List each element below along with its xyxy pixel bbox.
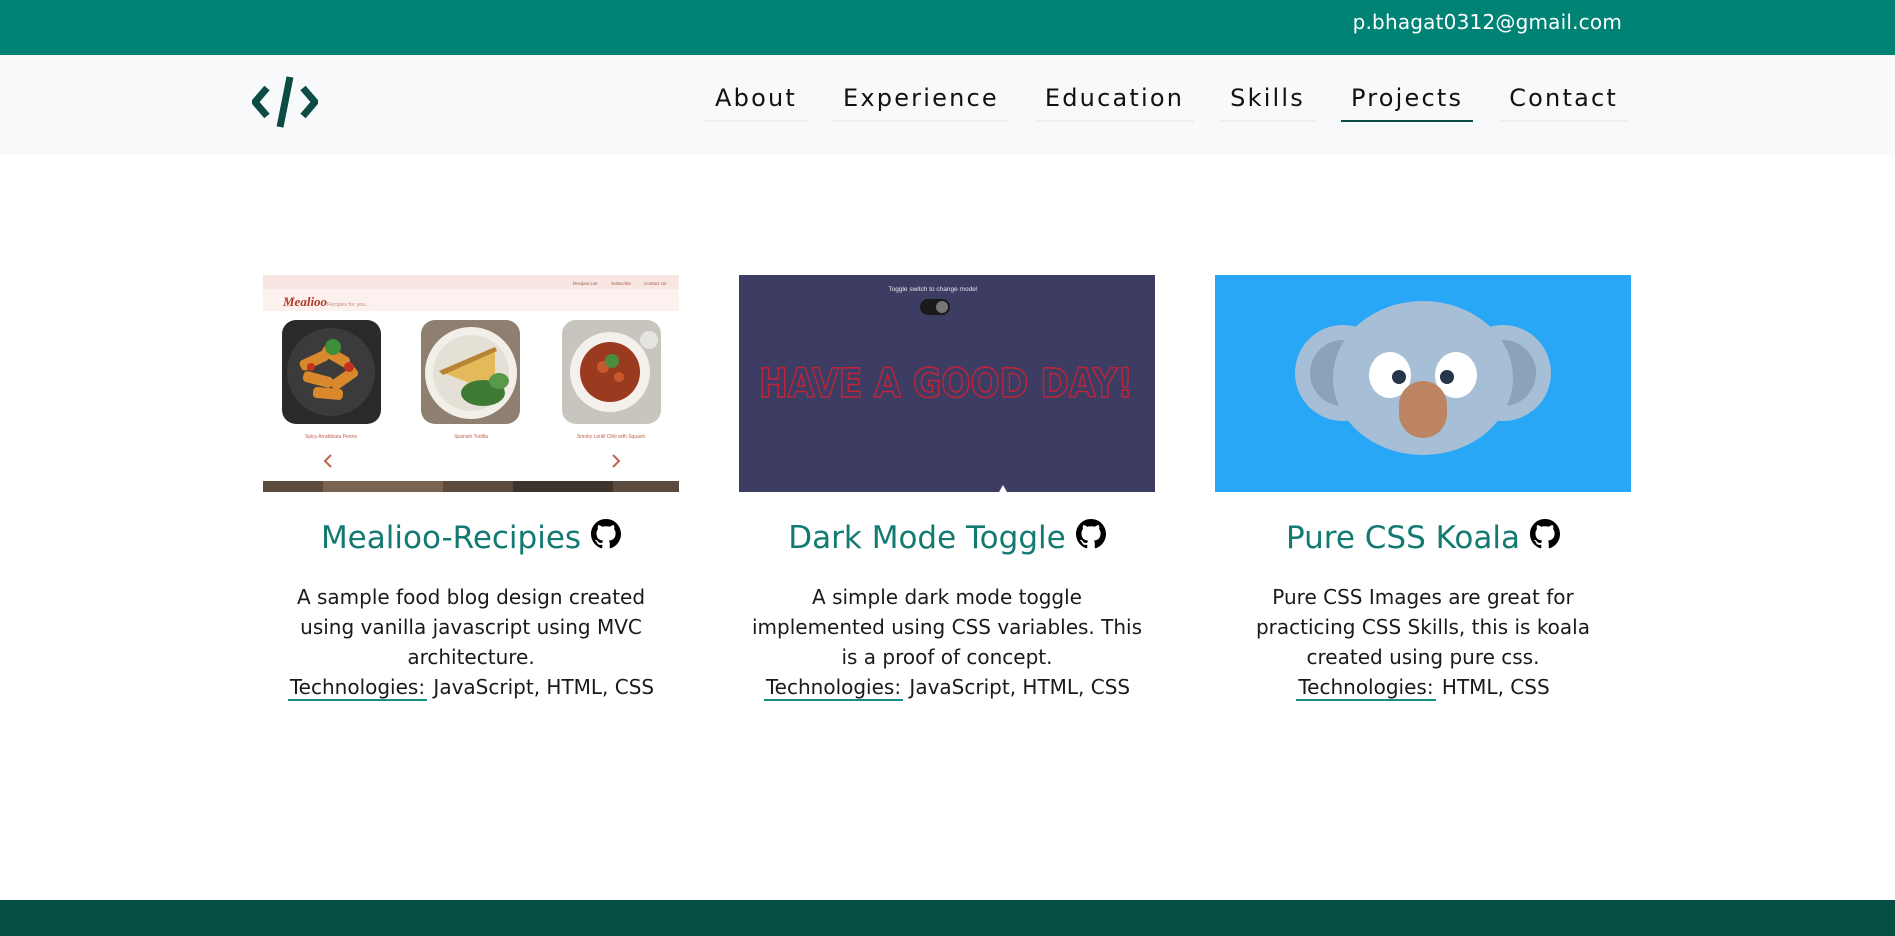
koala-illustration	[1215, 275, 1631, 492]
nav-item-experience[interactable]: Experience	[833, 84, 1009, 122]
code-brackets-icon	[250, 76, 320, 128]
good-day-banner: HAVE A GOOD DAY!	[759, 361, 1133, 407]
project-title-row: Pure CSS Koala	[1215, 519, 1631, 556]
thumb-dish-1: Spicy Arrabbiata Penne	[305, 434, 357, 440]
nav-item-skills[interactable]: Skills	[1220, 84, 1315, 122]
project-description-text: Pure CSS Images are great for practicing…	[1255, 585, 1590, 669]
project-description: Pure CSS Images are great for practicing…	[1215, 582, 1631, 702]
nav-item-education[interactable]: Education	[1034, 84, 1195, 122]
logo[interactable]	[250, 76, 320, 128]
project-thumbnail-mealioo[interactable]: Recipes List Subscribe Contact Us Mealio…	[263, 275, 679, 492]
top-contact-bar: p.bhagat0312@gmail.com	[0, 0, 1895, 55]
project-thumbnail-koala[interactable]	[1215, 275, 1631, 492]
project-title-row: Mealioo-Recipies	[263, 519, 679, 556]
project-card-koala: Pure CSS Koala Pure CSS Images are great…	[1215, 275, 1631, 702]
thumb-nav-recipes: Recipes List	[573, 281, 598, 286]
github-icon[interactable]	[1530, 519, 1560, 549]
github-icon[interactable]	[1075, 519, 1106, 549]
thumb-nav-subscribe: Subscribe	[611, 281, 632, 286]
project-card-dark-mode: Toggle switch to change mode! HAVE A GOO…	[739, 275, 1155, 702]
technologies-label[interactable]: Technologies:	[1296, 675, 1436, 701]
project-title-link[interactable]: Mealioo-Recipies	[321, 520, 581, 556]
thumb-tagline: Recipes for you...	[327, 302, 370, 308]
project-card-mealioo: Recipes List Subscribe Contact Us Mealio…	[263, 275, 679, 702]
project-description: A simple dark mode toggle implemented us…	[739, 582, 1155, 702]
technologies-label[interactable]: Technologies:	[763, 675, 904, 701]
thumb-nav-contact: Contact Us	[644, 281, 667, 286]
github-icon[interactable]	[591, 519, 622, 549]
project-description-text: A sample food blog design created using …	[296, 585, 646, 669]
thumb-brand: Mealioo	[282, 294, 328, 309]
technologies-label[interactable]: Technologies:	[287, 675, 428, 701]
thumb-dish-3: Smoky Lentil Chili with Squash	[577, 434, 646, 440]
toggle-caption: Toggle switch to change mode!	[888, 286, 977, 293]
technologies-value: HTML, CSS	[1435, 675, 1550, 699]
mealioo-screenshot: Recipes List Subscribe Contact Us Mealio…	[263, 275, 679, 492]
nav-item-projects[interactable]: Projects	[1341, 84, 1474, 122]
main-nav: About Experience Education Skills Projec…	[679, 84, 1628, 122]
dark-mode-screenshot: Toggle switch to change mode! HAVE A GOO…	[739, 275, 1155, 492]
project-thumbnail-dark-mode[interactable]: Toggle switch to change mode! HAVE A GOO…	[739, 275, 1155, 492]
project-title-row: Dark Mode Toggle	[739, 519, 1155, 556]
project-description-text: A simple dark mode toggle implemented us…	[751, 585, 1143, 669]
technologies-value: JavaScript, HTML, CSS	[903, 675, 1131, 699]
technologies-value: JavaScript, HTML, CSS	[427, 675, 655, 699]
project-title-link[interactable]: Pure CSS Koala	[1286, 520, 1520, 556]
project-title-link[interactable]: Dark Mode Toggle	[788, 520, 1065, 556]
thumb-dish-2: Spanish Tortilla	[454, 434, 488, 440]
nav-item-contact[interactable]: Contact	[1499, 84, 1628, 122]
email-link[interactable]: p.bhagat0312@gmail.com	[1353, 10, 1622, 34]
nav-item-about[interactable]: About	[705, 84, 808, 122]
project-description: A sample food blog design created using …	[263, 582, 679, 702]
footer	[0, 900, 1895, 936]
